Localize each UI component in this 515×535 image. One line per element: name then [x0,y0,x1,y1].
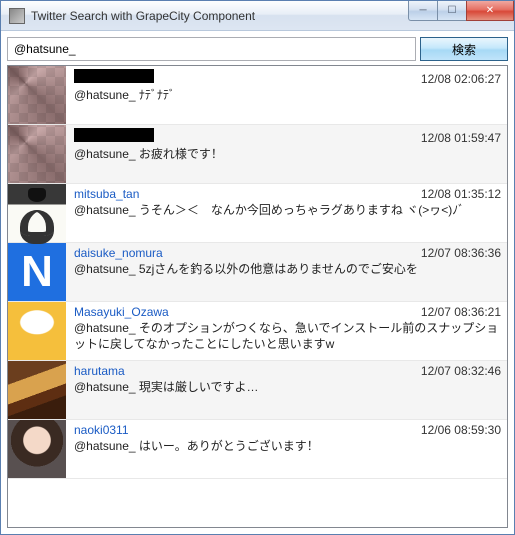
maximize-button[interactable]: ☐ [437,1,467,21]
tweet-text: @hatsune_ うそん＞＜ なんか今回めっちゃラグありますね ヾ(>ヮ<)ﾉ… [74,202,501,218]
tweet-row[interactable]: naoki0311 12/06 08:59:30@hatsune_ はいー。ありが… [8,420,507,479]
minimize-button[interactable]: ─ [408,1,438,21]
window-buttons: ─ ☐ ✕ [409,1,514,21]
tweet-row[interactable]: mitsuba_tan 12/08 01:35:12@hatsune_ うそん＞＜… [8,184,507,243]
search-input[interactable] [7,37,416,61]
username[interactable]: Masayuki_Ozawa [74,305,169,319]
tweet-text: @hatsune_ 現実は厳しいですよ… [74,379,501,395]
tweet-text: @hatsune_ はいー。ありがとうございます！ [74,438,501,454]
client-area: 検索 12/08 02:06:27@hatsune_ ﾅﾃﾞﾅﾃﾞ12/08 0… [1,31,514,534]
window-title: Twitter Search with GrapeCity Component [31,9,255,23]
username [74,69,154,83]
timestamp: 12/07 08:32:46 [421,364,501,378]
close-button[interactable]: ✕ [466,1,514,21]
timestamp: 12/07 08:36:36 [421,246,501,260]
avatar [8,125,66,183]
tweet-row[interactable]: 12/08 02:06:27@hatsune_ ﾅﾃﾞﾅﾃﾞ [8,66,507,125]
username[interactable]: daisuke_nomura [74,246,163,260]
tweet-row[interactable]: Masayuki_Ozawa 12/07 08:36:21@hatsune_ その… [8,302,507,361]
search-button[interactable]: 検索 [420,37,508,61]
timestamp: 12/07 08:36:21 [421,305,501,319]
avatar [8,361,66,419]
tweet-body: daisuke_nomura 12/07 08:36:36@hatsune_ 5z… [66,243,507,301]
avatar [8,420,66,478]
username[interactable]: harutama [74,364,125,378]
tweet-body: mitsuba_tan 12/08 01:35:12@hatsune_ うそん＞＜… [66,184,507,242]
tweet-row[interactable]: harutama 12/07 08:32:46@hatsune_ 現実は厳しいです… [8,361,507,420]
avatar: N [8,243,66,301]
search-bar: 検索 [7,37,508,61]
timestamp: 12/08 02:06:27 [421,72,501,86]
tweet-text: @hatsune_ 5zjさんを釣る以外の他意はありませんのでご安心を [74,261,501,277]
timestamp: 12/06 08:59:30 [421,423,501,437]
tweet-body: naoki0311 12/06 08:59:30@hatsune_ はいー。ありが… [66,420,507,478]
tweet-row[interactable]: Ndaisuke_nomura 12/07 08:36:36@hatsune_ 5… [8,243,507,302]
avatar [8,302,66,360]
avatar [8,66,66,124]
tweet-body: harutama 12/07 08:32:46@hatsune_ 現実は厳しいです… [66,361,507,419]
app-window: Twitter Search with GrapeCity Component … [0,0,515,535]
titlebar[interactable]: Twitter Search with GrapeCity Component … [1,1,514,31]
timestamp: 12/08 01:35:12 [421,187,501,201]
tweet-text: @hatsune_ そのオプションがつくなら、急いでインストール前のスナップショ… [74,320,501,352]
tweet-text: @hatsune_ ﾅﾃﾞﾅﾃﾞ [74,87,501,103]
username[interactable]: naoki0311 [74,423,129,437]
timestamp: 12/08 01:59:47 [421,131,501,145]
app-icon [9,8,25,24]
tweet-list[interactable]: 12/08 02:06:27@hatsune_ ﾅﾃﾞﾅﾃﾞ12/08 01:5… [7,65,508,528]
avatar [8,184,66,242]
tweet-row[interactable]: 12/08 01:59:47@hatsune_ お疲れ様です！ [8,125,507,184]
tweet-body: 12/08 02:06:27@hatsune_ ﾅﾃﾞﾅﾃﾞ [66,66,507,124]
username[interactable]: mitsuba_tan [74,187,139,201]
tweet-body: 12/08 01:59:47@hatsune_ お疲れ様です！ [66,125,507,183]
username [74,128,154,142]
tweet-text: @hatsune_ お疲れ様です！ [74,146,501,162]
tweet-body: Masayuki_Ozawa 12/07 08:36:21@hatsune_ その… [66,302,507,360]
